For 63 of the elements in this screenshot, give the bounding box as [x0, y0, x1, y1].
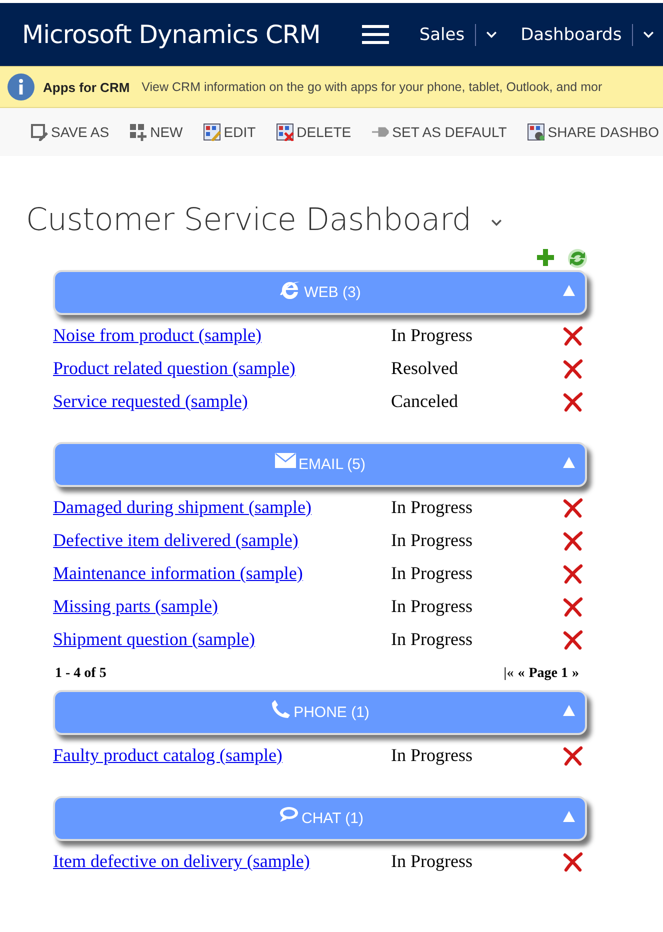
next-page-link[interactable]: »	[572, 666, 579, 682]
case-link[interactable]: Item defective on delivery (sample)	[53, 851, 391, 872]
grid-plus-icon	[129, 123, 148, 141]
save-icon	[30, 123, 48, 141]
section-title: CHAT (1)	[302, 810, 364, 827]
case-link[interactable]: Shipment question (sample)	[53, 629, 391, 650]
collapse-icon[interactable]	[562, 456, 576, 469]
record-count: 1 - 4 of 5	[55, 666, 106, 682]
first-page-link[interactable]: |«	[504, 666, 514, 682]
case-link[interactable]: Damaged during shipment (sample)	[53, 497, 391, 518]
delete-icon[interactable]	[563, 564, 583, 584]
dashboard-title: Customer Service Dashboard	[26, 202, 472, 238]
product-name: Microsoft Dynamics CRM	[21, 20, 322, 49]
delete-icon	[276, 123, 294, 141]
case-status: In Progress	[391, 497, 474, 518]
delete-icon[interactable]	[563, 530, 583, 550]
toolbar-button[interactable]: EDIT	[202, 123, 256, 141]
case-status: In Progress	[391, 851, 474, 872]
case-status: In Progress	[391, 629, 474, 650]
delete-icon[interactable]	[563, 630, 583, 650]
info-icon	[7, 73, 35, 101]
section-title: EMAIL (5)	[298, 456, 366, 473]
delete-icon[interactable]	[563, 852, 583, 872]
section-title: PHONE (1)	[294, 704, 370, 721]
delete-icon[interactable]	[563, 498, 583, 518]
case-link[interactable]: Noise from product (sample)	[53, 325, 391, 346]
collapse-icon[interactable]	[562, 810, 576, 823]
refresh-icon[interactable]	[567, 248, 588, 270]
delete-icon[interactable]	[563, 746, 583, 766]
nav-link[interactable]: Dashboards	[506, 24, 632, 44]
case-status: In Progress	[391, 325, 474, 346]
case-status: Canceled	[391, 391, 459, 412]
section-title: WEB (3)	[304, 284, 361, 301]
case-link[interactable]: Missing parts (sample)	[53, 596, 391, 617]
toolbar-button[interactable]: SAVE AS	[30, 123, 110, 141]
delete-icon[interactable]	[563, 358, 583, 378]
case-status: In Progress	[391, 530, 474, 551]
case-link[interactable]: Faulty product catalog (sample)	[53, 745, 391, 766]
delete-icon[interactable]	[563, 596, 583, 616]
share-icon	[526, 123, 545, 141]
notice-message: View CRM information on the go with apps for your phone, tablet, Outlook, and mor	[142, 80, 602, 94]
toolbar-button[interactable]: NEW	[129, 123, 183, 141]
collapse-icon[interactable]	[562, 704, 576, 717]
page-number: Page 1	[528, 666, 568, 682]
delete-icon[interactable]	[563, 392, 583, 412]
case-status: In Progress	[391, 596, 474, 617]
case-status: In Progress	[391, 563, 474, 584]
collapse-icon[interactable]	[562, 284, 576, 297]
toolbar-button[interactable]: SHARE DASHBO	[526, 123, 660, 141]
case-status: In Progress	[391, 745, 474, 766]
previous-page-link[interactable]: «	[518, 666, 525, 682]
case-status: Resolved	[391, 358, 459, 379]
menu-icon[interactable]	[362, 25, 390, 44]
case-link[interactable]: Product related question (sample)	[53, 358, 391, 379]
case-link[interactable]: Service requested (sample)	[53, 391, 391, 412]
case-link[interactable]: Defective item delivered (sample)	[53, 530, 391, 551]
case-link[interactable]: Maintenance information (sample)	[53, 563, 391, 584]
delete-icon[interactable]	[563, 326, 583, 346]
nav-link[interactable]: Sales	[405, 24, 475, 44]
notice-title: Apps for CRM	[43, 80, 130, 94]
toolbar-button[interactable]: SET AS DEFAULT	[371, 123, 507, 141]
toolbar-button[interactable]: DELETE	[276, 123, 352, 141]
edit-icon	[202, 123, 221, 141]
